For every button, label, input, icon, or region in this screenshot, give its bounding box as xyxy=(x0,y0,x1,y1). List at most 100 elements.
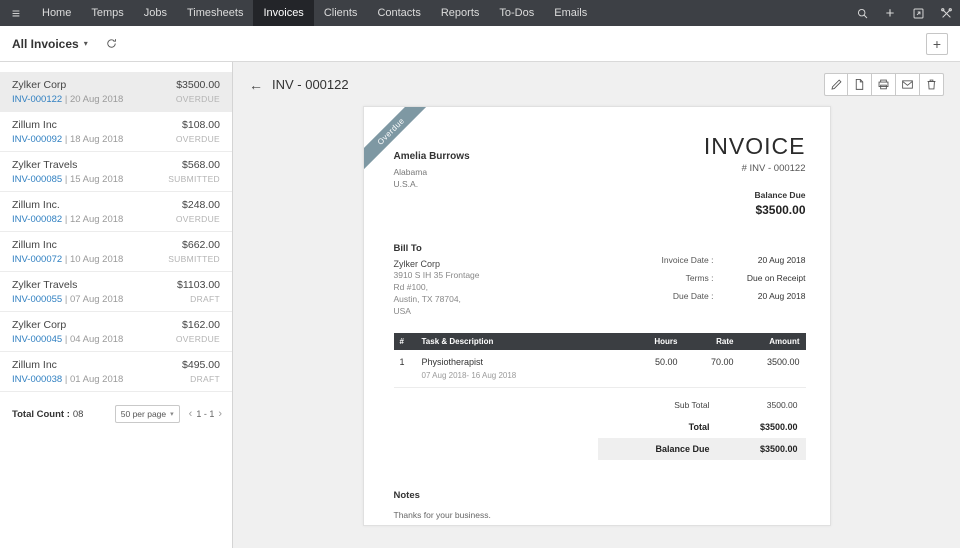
invoice-list-item[interactable]: Zylker Corp INV-000045 | 04 Aug 2018 $16… xyxy=(0,312,232,352)
invoice-company: Zylker Travels xyxy=(12,279,78,291)
back-button[interactable]: ← xyxy=(249,77,263,93)
balance-due-amount: $3500.00 xyxy=(755,203,806,217)
invoice-amount: $3500.00 xyxy=(176,79,220,91)
invoice-number-link[interactable]: INV-000122 xyxy=(12,94,62,105)
total-label: Total xyxy=(688,422,710,432)
status-ribbon: Overdue xyxy=(363,107,436,177)
line-items-table: # Task & Description Hours Rate Amount 1 xyxy=(393,333,806,388)
nav-item-contacts[interactable]: Contacts xyxy=(367,0,430,26)
invoice-list-item[interactable]: Zylker Travels INV-000055 | 07 Aug 2018 … xyxy=(0,272,232,312)
billto-block: Bill To Zylker Corp 3910 S IH 35 Frontag… xyxy=(394,243,480,317)
nav-item-reports[interactable]: Reports xyxy=(431,0,490,26)
meta-label: Terms : xyxy=(685,273,714,283)
invoice-meta: INV-000082 | 12 Aug 2018 xyxy=(12,214,123,225)
invoice-number-link[interactable]: INV-000085 xyxy=(12,174,62,185)
invoice-list-item[interactable]: Zylker Travels INV-000085 | 15 Aug 2018 … xyxy=(0,152,232,192)
print-button[interactable] xyxy=(872,73,896,96)
invoice-number-link[interactable]: INV-000092 xyxy=(12,134,62,145)
invoice-list-item[interactable]: Zillum Inc INV-000092 | 18 Aug 2018 $108… xyxy=(0,112,232,152)
invoice-number-link[interactable]: INV-000055 xyxy=(12,294,62,305)
invoice-item-amounts: $3500.00 OVERDUE xyxy=(176,79,220,105)
invoice-number-link[interactable]: INV-000045 xyxy=(12,334,62,345)
edit-button[interactable] xyxy=(824,73,848,96)
invoice-number-link[interactable]: INV-000038 xyxy=(12,374,62,385)
col-header-task: Task & Description xyxy=(415,333,628,350)
invoice-date: 04 Aug 2018 xyxy=(69,334,124,345)
nav-item-home[interactable]: Home xyxy=(32,0,81,26)
invoice-amount: $1103.00 xyxy=(176,279,220,291)
nav-item-emails[interactable]: Emails xyxy=(544,0,597,26)
invoice-company: Zillum Inc. xyxy=(12,199,60,211)
invoice-amount: $662.00 xyxy=(182,239,220,251)
invoice-amount: $108.00 xyxy=(182,119,220,131)
customer-name: Zylker Corp xyxy=(393,259,441,269)
invoice-list-item[interactable]: Zillum Inc INV-000038 | 01 Aug 2018 $495… xyxy=(0,352,232,392)
panel-button[interactable] xyxy=(904,0,932,26)
envelope-icon xyxy=(902,80,913,89)
filter-label: All Invoices xyxy=(12,36,79,51)
toolbar: All Invoices ▾ + xyxy=(0,26,960,62)
tools-button[interactable] xyxy=(932,0,960,26)
nav-item-clients[interactable]: Clients xyxy=(314,0,368,26)
hamburger-menu-icon[interactable]: ≡ xyxy=(0,0,32,26)
invoice-meta: INV-000055 | 07 Aug 2018 xyxy=(12,294,123,305)
document-icon xyxy=(855,79,864,90)
invoice-date: 12 Aug 2018 xyxy=(69,214,124,225)
invoice-company: Zylker Corp xyxy=(12,319,67,331)
invoice-date: 15 Aug 2018 xyxy=(69,174,124,185)
invoice-amount: $248.00 xyxy=(182,199,220,211)
line-num: 1 xyxy=(393,350,416,388)
page-title: INV - 000122 xyxy=(272,77,349,92)
invoice-item-amounts: $568.00 SUBMITTED xyxy=(168,159,220,185)
invoice-meta: INV-000092 | 18 Aug 2018 xyxy=(12,134,123,145)
billto-row: Bill To Zylker Corp 3910 S IH 35 Frontag… xyxy=(394,243,806,317)
invoice-item-amounts: $495.00 DRAFT xyxy=(182,359,220,385)
content-area: Zylker Corp INV-000122 | 20 Aug 2018 $35… xyxy=(0,62,960,548)
nav-item-invoices[interactable]: Invoices xyxy=(253,0,314,26)
add-invoice-button[interactable]: + xyxy=(926,32,948,55)
invoice-date: 01 Aug 2018 xyxy=(69,374,124,385)
pdf-button[interactable] xyxy=(848,73,872,96)
invoice-list-item[interactable]: Zylker Corp INV-000122 | 20 Aug 2018 $35… xyxy=(0,72,232,112)
invoice-number-link[interactable]: INV-000072 xyxy=(12,254,62,265)
customer-address-line: USA xyxy=(393,306,411,316)
invoice-meta: INV-000122 | 20 Aug 2018 xyxy=(12,94,123,105)
separator: | xyxy=(64,334,68,345)
nav-item-timesheets[interactable]: Timesheets xyxy=(177,0,253,26)
invoice-meta-block: Invoice Date : 20 Aug 2018 Terms : Due o… xyxy=(662,255,806,317)
invoice-list-item[interactable]: Zillum Inc. INV-000082 | 12 Aug 2018 $24… xyxy=(0,192,232,232)
notes-text: Thanks for your business. xyxy=(393,510,491,520)
col-header-num: # xyxy=(393,333,416,350)
invoice-status-badge: DRAFT xyxy=(190,294,220,304)
invoice-number-link[interactable]: INV-000082 xyxy=(12,214,62,225)
next-page-button[interactable]: › xyxy=(216,408,224,420)
table-row: 1 Physiotherapist 07 Aug 2018- 16 Aug 20… xyxy=(393,350,806,388)
invoice-item-amounts: $1103.00 DRAFT xyxy=(177,279,220,305)
chevron-down-icon: ▾ xyxy=(83,39,88,48)
invoice-status-badge: OVERDUE xyxy=(175,134,220,144)
subtotal-row: Sub Total 3500.00 xyxy=(598,394,806,416)
invoice-meta: INV-000072 | 10 Aug 2018 xyxy=(12,254,123,265)
invoice-company: Zillum Inc xyxy=(12,119,57,131)
invoice-meta: INV-000038 | 01 Aug 2018 xyxy=(12,374,123,385)
meta-value: Due on Receipt xyxy=(746,273,806,283)
line-task-cell: Physiotherapist 07 Aug 2018- 16 Aug 2018 xyxy=(415,350,628,388)
invoice-list-item[interactable]: Zillum Inc INV-000072 | 10 Aug 2018 $662… xyxy=(0,232,232,272)
invoice-status-badge: DRAFT xyxy=(190,374,220,384)
quick-create-button[interactable]: + xyxy=(876,0,904,26)
nav-item-jobs[interactable]: Jobs xyxy=(134,0,177,26)
per-page-select[interactable]: 50 per page ▾ xyxy=(114,405,180,423)
nav-item-temps[interactable]: Temps xyxy=(81,0,133,26)
nav-item-todos[interactable]: To-Dos xyxy=(489,0,544,26)
invoice-filter-dropdown[interactable]: All Invoices ▾ xyxy=(12,37,88,51)
invoice-status-badge: OVERDUE xyxy=(175,334,220,344)
email-button[interactable] xyxy=(896,73,920,96)
delete-button[interactable] xyxy=(920,73,944,96)
prev-page-button[interactable]: ‹ xyxy=(187,408,195,420)
search-button[interactable] xyxy=(848,0,876,26)
pencil-icon xyxy=(830,79,842,90)
refresh-button[interactable] xyxy=(102,34,122,54)
trash-icon xyxy=(927,79,936,90)
customer-address-line: 3910 S IH 35 Frontage xyxy=(393,270,480,280)
invoice-status-badge: SUBMITTED xyxy=(168,174,220,184)
